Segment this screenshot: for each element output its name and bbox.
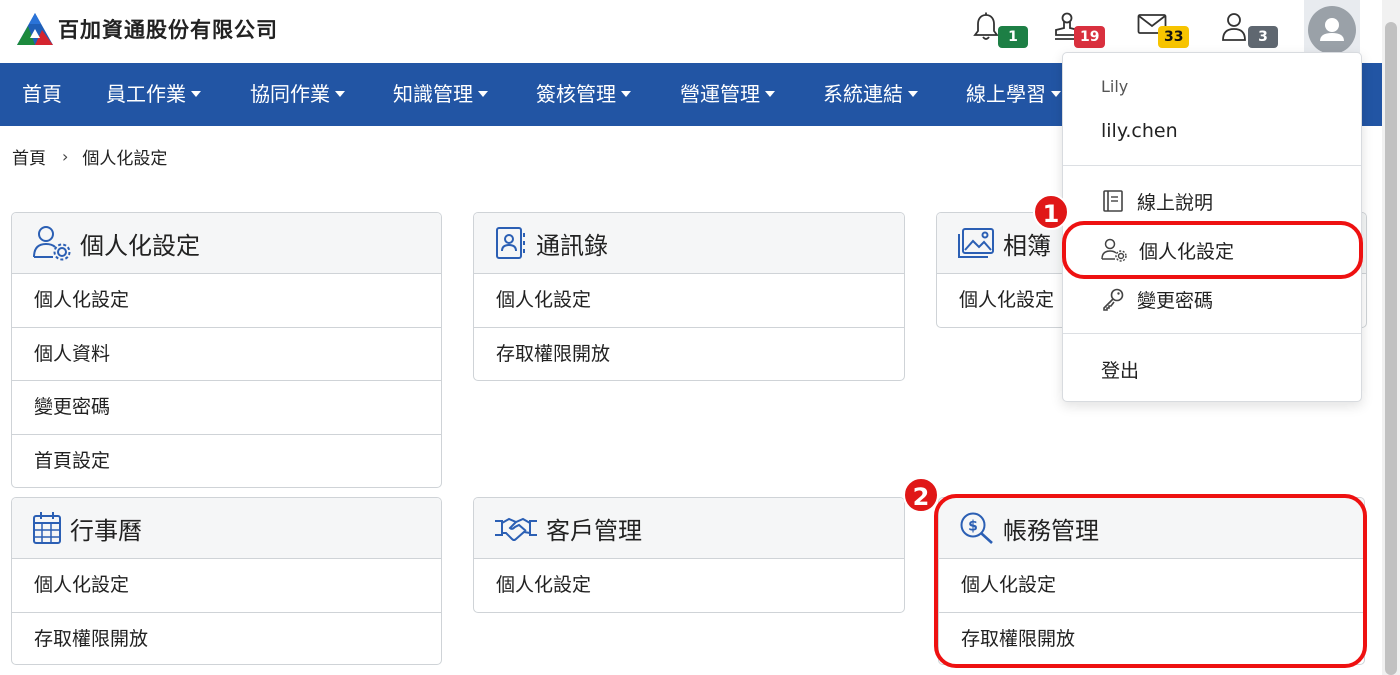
book-icon [1103,190,1123,212]
card-title: 通訊錄 [536,231,608,260]
card-header: 客戶管理 [474,498,904,559]
notification-count-badge: 1 [998,26,1028,48]
logo-icon [17,13,53,45]
approval-count-badge: 19 [1074,26,1106,48]
user-count-badge: 3 [1248,26,1278,48]
chevron-down-icon [191,90,201,97]
calendar-icon [33,512,61,544]
card-link[interactable]: 變更密碼 [12,381,441,435]
card-link[interactable]: 首頁設定 [12,435,441,488]
highlight-box-1 [1062,221,1363,279]
user-account: lily.chen [1101,120,1178,142]
user-gear-icon [33,226,71,261]
address-book-icon [496,227,525,259]
card-title: 相簿 [1003,231,1051,260]
menu-item-logout[interactable]: 登出 [1101,354,1139,384]
card-link[interactable]: 存取權限開放 [474,328,904,381]
nav-item-e-learning[interactable]: 線上學習 [966,63,1061,126]
avatar [1308,6,1356,54]
key-icon [1103,288,1124,311]
avatar-icon [1320,18,1344,41]
breadcrumb: 首頁 › 個人化設定 [12,144,167,169]
nav-item-home[interactable]: 首頁 [22,63,62,126]
nav-item-approval[interactable]: 簽核管理 [536,63,631,126]
company-logo[interactable]: 百加資通股份有限公司 [16,12,278,46]
chevron-down-icon [478,90,488,97]
card-header: 行事曆 [12,498,441,559]
chevron-down-icon [621,90,631,97]
page-scrollbar[interactable] [1382,0,1400,675]
mail-count-badge: 33 [1158,26,1190,48]
highlight-box-2 [934,494,1367,668]
breadcrumb-current: 個人化設定 [82,149,168,169]
chevron-right-icon: › [62,147,69,166]
annotation-badge-2: 2 [903,477,939,513]
card-header: 個人化設定 [12,213,441,274]
company-name: 百加資通股份有限公司 [58,18,278,42]
divider [1063,165,1361,166]
menu-item-online-help[interactable]: 線上說明 [1101,186,1213,216]
chevron-down-icon [908,90,918,97]
card-personalization: 個人化設定 個人化設定 個人資料 變更密碼 首頁設定 [11,212,442,488]
user-icon [1222,13,1246,41]
nav-item-system-links[interactable]: 系統連結 [823,63,918,126]
card-header: 通訊錄 [474,213,904,274]
card-link[interactable]: 個人化設定 [474,559,904,612]
nav-item-operations[interactable]: 營運管理 [680,63,775,126]
chevron-down-icon [765,90,775,97]
divider [1063,333,1361,334]
breadcrumb-home[interactable]: 首頁 [12,144,46,169]
handshake-icon [495,517,537,541]
user-menu-button[interactable] [1304,0,1360,56]
bell-icon [973,12,999,40]
users-button[interactable]: 3 [1221,10,1281,54]
card-link[interactable]: 個人資料 [12,328,441,381]
menu-item-change-password[interactable]: 變更密碼 [1101,284,1213,314]
chevron-down-icon [1051,90,1061,97]
card-calendar: 行事曆 個人化設定 存取權限開放 [11,497,442,665]
user-name: Lily [1101,77,1129,96]
card-link[interactable]: 存取權限開放 [12,613,441,665]
card-title: 客戶管理 [546,516,642,545]
card-link[interactable]: 個人化設定 [474,274,904,328]
nav-item-collaboration[interactable]: 協同作業 [250,63,345,126]
notifications-button[interactable]: 1 [972,10,1032,54]
mail-button[interactable]: 33 [1137,10,1197,54]
annotation-badge-1: 1 [1033,194,1069,230]
photo-album-icon [958,228,994,258]
nav-item-employee[interactable]: 員工作業 [106,63,201,126]
card-title: 行事曆 [70,516,142,545]
chevron-down-icon [335,90,345,97]
nav-item-knowledge[interactable]: 知識管理 [393,63,488,126]
scrollbar-thumb[interactable] [1385,22,1397,675]
card-link[interactable]: 個人化設定 [12,274,441,328]
card-title: 個人化設定 [80,231,200,260]
card-customer-management: 客戶管理 個人化設定 [473,497,905,613]
approvals-button[interactable]: 19 [1052,10,1112,54]
card-link[interactable]: 個人化設定 [12,559,441,613]
card-contacts: 通訊錄 個人化設定 存取權限開放 [473,212,905,381]
